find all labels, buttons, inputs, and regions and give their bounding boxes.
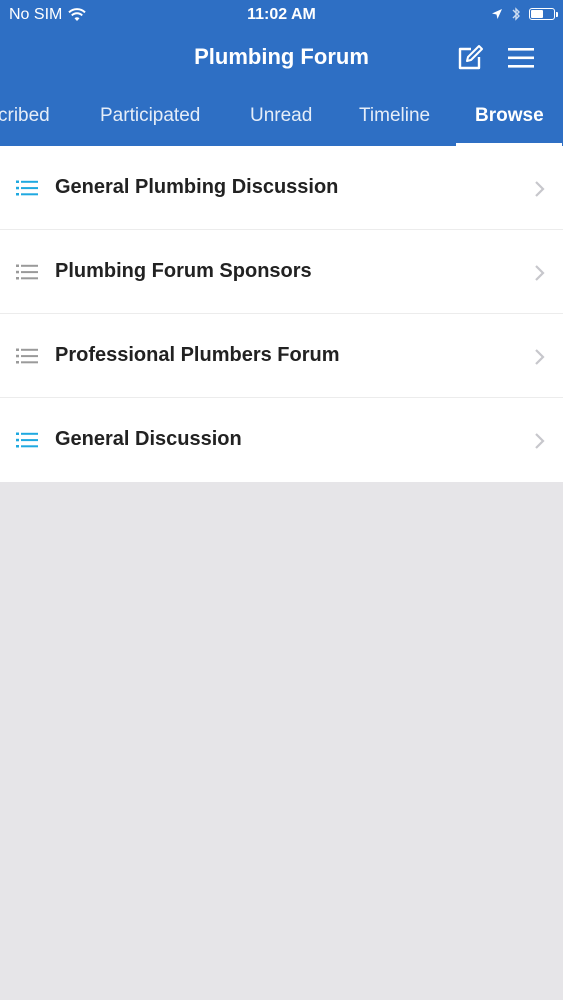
status-bar: No SIM 11:02 AM bbox=[0, 0, 563, 30]
tab-browse[interactable]: Browse bbox=[475, 92, 544, 146]
forum-item-professional-plumbers-forum[interactable]: Professional Plumbers Forum bbox=[0, 314, 563, 398]
list-icon bbox=[16, 180, 38, 196]
tab-subscribed[interactable]: cribed bbox=[0, 92, 50, 146]
forum-item-label: Plumbing Forum Sponsors bbox=[55, 260, 312, 282]
forum-item-label: General Plumbing Discussion bbox=[55, 176, 339, 198]
status-time: 11:02 AM bbox=[247, 6, 316, 23]
location-arrow-icon bbox=[492, 9, 502, 19]
status-right bbox=[491, 6, 558, 22]
forum-item-label: Professional Plumbers Forum bbox=[55, 344, 340, 366]
list-icon bbox=[16, 432, 38, 448]
list-icon bbox=[16, 348, 38, 364]
forum-item-general-discussion[interactable]: General Discussion bbox=[0, 398, 563, 482]
menu-button[interactable] bbox=[506, 44, 536, 72]
list-icon bbox=[16, 264, 38, 280]
bluetooth-icon bbox=[512, 7, 520, 21]
battery-level bbox=[531, 10, 543, 18]
hamburger-menu-icon bbox=[508, 48, 534, 68]
chevron-right-icon bbox=[535, 181, 545, 197]
compose-button[interactable] bbox=[456, 44, 484, 72]
forum-item-general-plumbing-discussion[interactable]: General Plumbing Discussion bbox=[0, 146, 563, 230]
chevron-right-icon bbox=[535, 433, 545, 449]
forum-list: General Plumbing Discussion Plumbing For… bbox=[0, 146, 563, 482]
battery-icon bbox=[529, 8, 558, 20]
tab-bar: cribed Participated Unread Timeline Brow… bbox=[0, 92, 563, 146]
forum-item-label: General Discussion bbox=[55, 428, 242, 450]
empty-background bbox=[0, 483, 563, 1000]
tab-unread[interactable]: Unread bbox=[250, 92, 312, 146]
app-header: No SIM 11:02 AM Plumbing Forum cribed Pa… bbox=[0, 0, 563, 146]
chevron-right-icon bbox=[535, 349, 545, 365]
tab-participated[interactable]: Participated bbox=[100, 92, 200, 146]
compose-icon bbox=[458, 45, 483, 70]
tab-timeline[interactable]: Timeline bbox=[359, 92, 430, 146]
forum-item-plumbing-forum-sponsors[interactable]: Plumbing Forum Sponsors bbox=[0, 230, 563, 314]
chevron-right-icon bbox=[535, 265, 545, 281]
